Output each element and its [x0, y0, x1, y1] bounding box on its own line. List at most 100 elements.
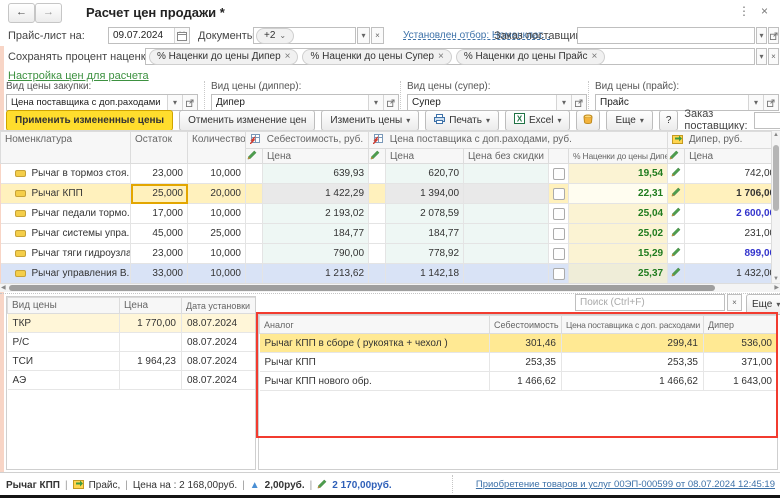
cost-cell[interactable]: 1 466,62: [490, 372, 562, 391]
tag-remove-icon[interactable]: ×: [285, 51, 291, 62]
diper-price-cell[interactable]: 231,00: [685, 224, 780, 244]
price-no-discount-cell[interactable]: [464, 224, 549, 244]
row-checkbox[interactable]: [549, 204, 569, 224]
item-cell[interactable]: Рычаг системы упра...: [1, 224, 131, 244]
search-input[interactable]: [575, 294, 725, 311]
pencil-icon[interactable]: [668, 244, 685, 264]
stock-cell[interactable]: 23,000: [131, 164, 188, 184]
scroll-up-icon[interactable]: ▲: [772, 131, 780, 140]
table-row[interactable]: АЭ 08.07.2024: [8, 371, 256, 390]
choose-icon[interactable]: [383, 95, 398, 110]
diper-price-cell[interactable]: 1 706,00: [685, 184, 780, 204]
col-group-supplier-price[interactable]: Цена поставщика с доп.раходами, руб.: [369, 132, 668, 149]
row-checkbox[interactable]: [549, 184, 569, 204]
dropdown-icon[interactable]: ▾: [748, 95, 763, 110]
stock-cell[interactable]: 23,000: [131, 244, 188, 264]
price-no-discount-cell[interactable]: [464, 164, 549, 184]
pencil-icon[interactable]: [668, 264, 685, 284]
cost-cell[interactable]: 1 422,29: [263, 184, 369, 204]
markup-tag[interactable]: % Наценки до цены Супер×: [302, 49, 451, 65]
row-checkbox[interactable]: [549, 224, 569, 244]
dropdown-icon[interactable]: ▾: [167, 95, 182, 110]
markup-cell[interactable]: 25,04: [569, 204, 668, 224]
date-cell[interactable]: 08.07.2024: [182, 333, 256, 352]
cost-cell[interactable]: 184,77: [263, 224, 369, 244]
supplier-order-input[interactable]: [577, 27, 755, 44]
pencil-icon[interactable]: [668, 224, 685, 244]
subcol-supplier-price[interactable]: Цена: [386, 149, 464, 164]
markup-cell[interactable]: 22,31: [569, 184, 668, 204]
cost-cell[interactable]: 790,00: [263, 244, 369, 264]
supplier-price-cell[interactable]: 620,70: [386, 164, 464, 184]
price-type-cell[interactable]: ТСИ: [8, 352, 120, 371]
qty-cell[interactable]: 25,000: [188, 224, 246, 244]
change-prices-button[interactable]: Изменить цены▾: [321, 110, 419, 131]
choose-icon[interactable]: [571, 95, 586, 110]
apply-prices-button[interactable]: Применить измененные цены: [6, 110, 173, 131]
markup-cell[interactable]: 25,02: [569, 224, 668, 244]
item-cell[interactable]: Рычаг КПП: [1, 184, 131, 204]
print-button[interactable]: Печать▾: [425, 110, 499, 131]
excel-button[interactable]: X Excel▾: [505, 110, 570, 131]
supplier-price-cell[interactable]: 184,77: [386, 224, 464, 244]
col-header-price[interactable]: Цена: [120, 298, 182, 314]
col-group-cost[interactable]: Себестоимость, руб.: [246, 132, 369, 149]
qty-cell[interactable]: 10,000: [188, 204, 246, 224]
col-header-analog[interactable]: Аналог: [260, 316, 490, 334]
table-row[interactable]: Рычаг КПП в сборе ( рукоятка + чехол ) 3…: [260, 334, 778, 353]
cost-cell[interactable]: 639,93: [263, 164, 369, 184]
pencil-icon[interactable]: [668, 204, 685, 224]
markup-tag[interactable]: % Наценки до цены Дипер×: [149, 49, 298, 65]
scrollbar-thumb[interactable]: [9, 285, 715, 291]
diper-cell[interactable]: 536,00: [704, 334, 778, 353]
subcol-diper-price[interactable]: Цена: [685, 149, 780, 164]
markup-tags-dropdown[interactable]: ▾: [756, 48, 767, 65]
choose-icon[interactable]: [182, 95, 197, 110]
price-cell[interactable]: [120, 371, 182, 390]
price-no-discount-cell[interactable]: [464, 184, 549, 204]
qty-cell[interactable]: 10,000: [188, 164, 246, 184]
col-header-price-type[interactable]: Вид цены: [8, 298, 120, 314]
table-row[interactable]: Рычаг педали тормо... 17,000 10,000 2 19…: [1, 204, 780, 224]
table-row[interactable]: Рычаг системы упра... 45,000 25,000 184,…: [1, 224, 780, 244]
col-header-diper[interactable]: Дипер: [704, 316, 778, 334]
source-document-link[interactable]: Приобретение товаров и услуг 00ЭП-000599…: [476, 479, 775, 490]
row-checkbox[interactable]: [549, 244, 569, 264]
help-button[interactable]: ?: [659, 110, 679, 131]
pencil-icon[interactable]: [668, 164, 685, 184]
price-no-discount-cell[interactable]: [464, 244, 549, 264]
item-cell[interactable]: Рычаг в тормоз стоя...: [1, 164, 131, 184]
qty-cell[interactable]: 10,000: [188, 244, 246, 264]
subcol-markup[interactable]: % Наценки до цены Дипер: [569, 149, 668, 164]
toolbar-supplier-order-input[interactable]: [754, 112, 780, 129]
table-row[interactable]: Р/С 08.07.2024: [8, 333, 256, 352]
row-checkbox[interactable]: [549, 164, 569, 184]
markup-cell[interactable]: 25,37: [569, 264, 668, 284]
diper-cell[interactable]: 1 643,00: [704, 372, 778, 391]
supplier-price-cell[interactable]: 2 078,59: [386, 204, 464, 224]
item-cell[interactable]: Рычаг тяги гидроузла: [1, 244, 131, 264]
price-no-discount-cell[interactable]: [464, 204, 549, 224]
horizontal-scrollbar[interactable]: ◀ ▶: [0, 283, 780, 292]
supplier-price-cell[interactable]: 253,35: [562, 353, 704, 372]
analog-name-cell[interactable]: Рычаг КПП нового обр.: [260, 372, 490, 391]
price-type-cell[interactable]: АЭ: [8, 371, 120, 390]
subcol-cost-price[interactable]: Цена: [263, 149, 369, 164]
back-button[interactable]: ←: [8, 3, 35, 23]
stock-cell[interactable]: 25,000: [131, 184, 188, 204]
row-checkbox[interactable]: [549, 264, 569, 284]
diper-price-cell[interactable]: 899,00: [685, 244, 780, 264]
calendar-icon[interactable]: [174, 28, 189, 43]
vertical-scrollbar[interactable]: ▲ ▼: [771, 131, 780, 284]
price-type-cell[interactable]: ТКР: [8, 314, 120, 333]
supplier-order-dropdown[interactable]: ▾: [756, 27, 767, 44]
documents-field[interactable]: +2 ⌄: [253, 27, 356, 44]
documents-dropdown-button[interactable]: ▾: [357, 27, 370, 44]
cost-cell[interactable]: 301,46: [490, 334, 562, 353]
date-cell[interactable]: 08.07.2024: [182, 352, 256, 371]
markup-tag[interactable]: % Наценки до цены Прайс×: [456, 49, 605, 65]
dropdown-icon[interactable]: ▾: [556, 95, 571, 110]
markup-cell[interactable]: 19,54: [569, 164, 668, 184]
super-price-type-field[interactable]: Супер ▾: [407, 94, 587, 111]
col-header-qty[interactable]: Количество: [188, 132, 246, 164]
